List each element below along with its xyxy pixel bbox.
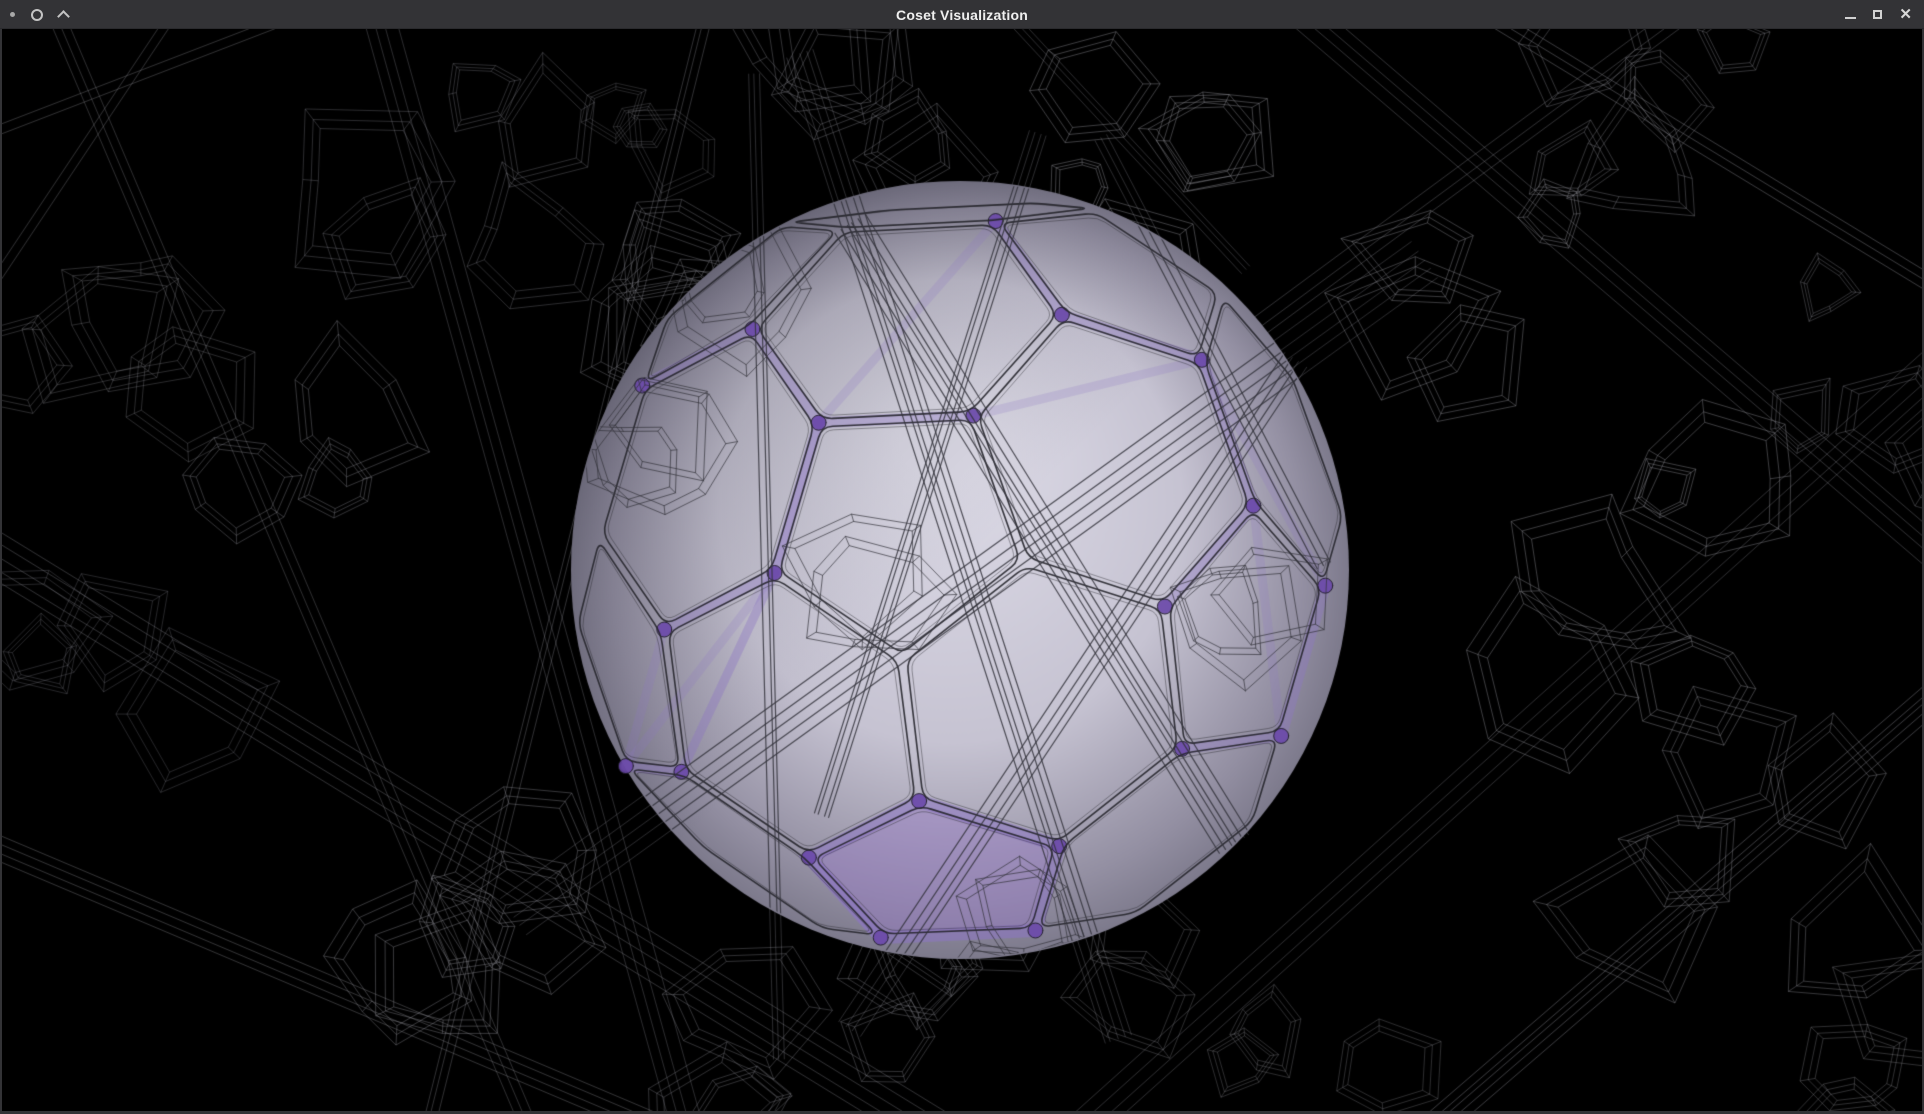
circle-icon[interactable]: [31, 9, 43, 21]
viewport: [0, 29, 1924, 1114]
close-button[interactable]: ✕: [1899, 7, 1912, 22]
app-window: Coset Visualization ✕: [0, 0, 1924, 1114]
minimize-button[interactable]: [1845, 17, 1856, 19]
viewport-canvas[interactable]: [2, 29, 1922, 1111]
window-controls: ✕: [1845, 0, 1912, 29]
chevron-up-icon[interactable]: [59, 9, 70, 20]
titlebar-left-icons: [10, 0, 70, 29]
titlebar[interactable]: Coset Visualization ✕: [0, 0, 1924, 29]
window-title: Coset Visualization: [0, 0, 1924, 29]
maximize-button[interactable]: [1873, 10, 1882, 19]
dot-icon: [10, 12, 15, 17]
